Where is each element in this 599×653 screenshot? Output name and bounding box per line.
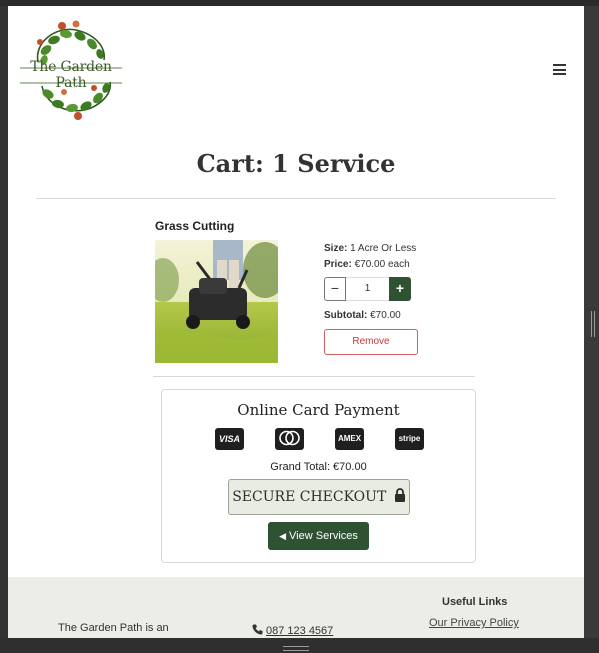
- secure-checkout-button[interactable]: SECURE CHECKOUT: [228, 479, 410, 515]
- size-label: Size:: [324, 243, 348, 254]
- item-name: Grass Cutting: [155, 219, 235, 233]
- checkout-label: SECURE CHECKOUT: [232, 489, 387, 505]
- page-viewport: The Garden Path Cart: 1 Service Grass Cu…: [8, 6, 584, 638]
- increase-quantity-button[interactable]: +: [389, 277, 411, 301]
- payment-panel: Online Card Payment VISA AMEX stripe Gra…: [161, 389, 476, 563]
- privacy-policy-link[interactable]: Our Privacy Policy: [429, 617, 519, 629]
- size-value: 1 Acre Or Less: [350, 243, 417, 254]
- subtotal-label: Subtotal:: [324, 310, 368, 321]
- payment-title: Online Card Payment: [237, 401, 400, 419]
- divider: [36, 198, 556, 199]
- phone-number: 087 123 4567: [266, 625, 334, 637]
- visa-card-icon: VISA: [215, 428, 244, 450]
- view-services-label: View Services: [289, 530, 358, 542]
- subtotal-value: €70.00: [370, 310, 401, 321]
- lawn-mower-photo: [155, 240, 278, 363]
- phone-link[interactable]: 087 123 4567: [252, 624, 333, 637]
- mastercard-icon: [275, 428, 304, 450]
- price-label: Price:: [324, 259, 352, 270]
- site-logo[interactable]: The Garden Path: [16, 16, 126, 124]
- window-left-edge: [0, 6, 8, 653]
- page-title: Cart: 1 Service: [196, 149, 396, 178]
- view-services-button[interactable]: ◀ View Services: [268, 522, 369, 550]
- logo-text: The Garden Path: [30, 59, 112, 91]
- lock-icon: [394, 488, 405, 502]
- price-value: €70.00 each: [354, 259, 410, 270]
- phone-icon: [252, 624, 263, 635]
- item-price: Price: €70.00 each: [324, 259, 410, 270]
- resize-grip-icon: [283, 646, 309, 651]
- caret-left-icon: ◀: [279, 531, 286, 541]
- divider: [153, 376, 475, 377]
- quantity-input[interactable]: 1: [346, 277, 389, 301]
- grand-total: Grand Total: €70.00: [270, 461, 367, 473]
- about-text: The Garden Path is an: [58, 622, 169, 634]
- remove-button[interactable]: Remove: [324, 329, 418, 355]
- useful-links-heading: Useful Links: [442, 596, 508, 608]
- amex-card-icon: AMEX: [335, 428, 364, 450]
- item-size: Size: 1 Acre Or Less: [324, 243, 416, 254]
- quantity-stepper: − 1 +: [324, 277, 411, 301]
- decrease-quantity-button[interactable]: −: [324, 277, 346, 301]
- hamburger-icon[interactable]: [553, 64, 566, 75]
- bottom-resize-handle[interactable]: [0, 638, 599, 653]
- right-resize-handle[interactable]: [584, 6, 599, 653]
- stripe-icon: stripe: [395, 428, 424, 450]
- item-subtotal: Subtotal: €70.00: [324, 310, 401, 321]
- site-footer: Useful Links Our Privacy Policy The Gard…: [8, 577, 584, 638]
- resize-grip-icon: [591, 311, 595, 337]
